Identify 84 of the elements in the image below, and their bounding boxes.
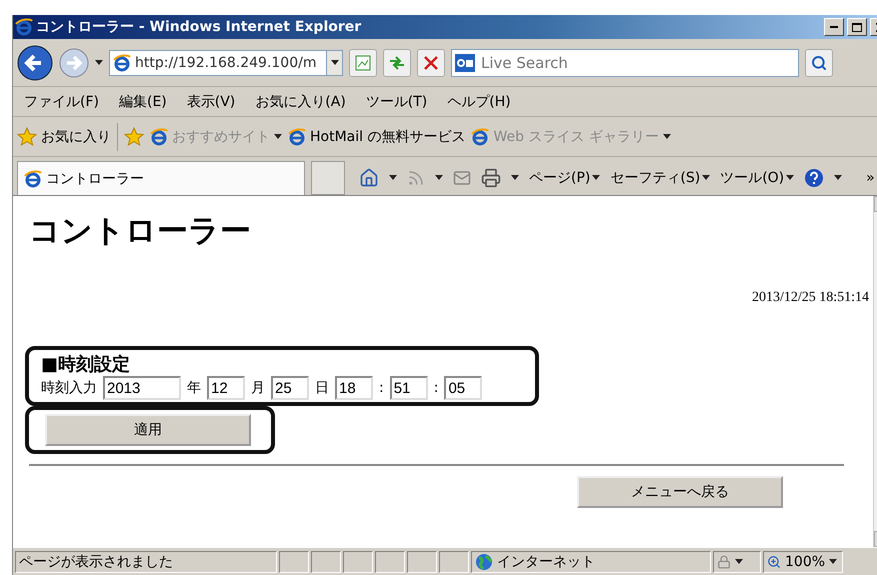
caret-icon	[435, 175, 443, 181]
caret-icon	[389, 175, 397, 181]
unit-label: 月	[251, 379, 265, 397]
help-icon[interactable]	[804, 168, 824, 188]
refresh-icon	[388, 54, 406, 70]
status-pane	[311, 550, 341, 572]
lock-icon	[717, 554, 731, 568]
caret-icon	[330, 60, 338, 66]
time-input-field[interactable]: 05	[444, 376, 482, 400]
unit-label: :	[434, 380, 438, 396]
status-pane	[439, 550, 469, 572]
command-menu[interactable]: ページ(P)	[529, 169, 600, 187]
refresh-button[interactable]	[383, 48, 411, 76]
home-icon[interactable]	[359, 168, 379, 188]
caret-icon	[786, 175, 794, 181]
caret-icon	[829, 558, 838, 564]
caret-icon	[274, 134, 282, 140]
command-menu[interactable]: セーフティ(S)	[610, 169, 710, 187]
menu-item[interactable]: 編集(E)	[112, 92, 174, 110]
time-input-field[interactable]: 2013	[103, 376, 181, 400]
status-text: ページが表示されました	[15, 550, 277, 572]
unit-label: 年	[187, 379, 201, 397]
zoom-button[interactable]: 100%	[763, 550, 843, 572]
search-button[interactable]	[805, 48, 833, 76]
address-text: http://192.168.249.100/m	[135, 54, 316, 70]
caret-icon	[662, 134, 671, 140]
address-field[interactable]: http://192.168.249.100/m	[109, 50, 343, 76]
maximize-button[interactable]	[847, 18, 867, 36]
caret-icon	[834, 175, 842, 181]
menu-item[interactable]: ツール(T)	[358, 92, 434, 110]
stop-icon	[424, 56, 438, 70]
minimize-icon	[830, 26, 838, 28]
time-input-field[interactable]: 12	[207, 376, 245, 400]
status-pane	[343, 550, 373, 572]
menu-item[interactable]: ファイル(F)	[17, 92, 106, 110]
field-label: 時刻入力	[41, 379, 97, 397]
chart-icon	[355, 54, 371, 70]
history-dropdown-icon	[95, 60, 103, 66]
protected-mode-button[interactable]	[713, 550, 761, 572]
window-title: コントローラー - Windows Internet Explorer	[36, 18, 362, 36]
globe-icon	[475, 552, 493, 570]
unit-label: 日	[315, 379, 329, 397]
browser-tab[interactable]: コントローラー	[17, 161, 305, 195]
favorite-link[interactable]: HotMail の無料サービス	[288, 128, 466, 146]
menu-item[interactable]: ヘルプ(H)	[440, 92, 518, 110]
current-datetime: 2013/12/25 18:51:14	[752, 290, 869, 306]
browser-logo-icon	[113, 54, 131, 72]
browser-logo-icon	[150, 128, 168, 146]
security-zone: インターネット	[471, 550, 711, 572]
status-pane	[279, 550, 309, 572]
zoom-icon	[767, 554, 781, 568]
caret-icon	[592, 175, 600, 181]
more-commands-button[interactable]: »	[866, 170, 875, 186]
forward-button[interactable]	[59, 48, 89, 78]
browser-logo-icon	[24, 170, 42, 188]
caret-icon	[511, 175, 519, 181]
stop-button[interactable]	[417, 48, 445, 76]
back-to-menu-button[interactable]: メニューへ戻る	[577, 476, 783, 508]
menu-item[interactable]: 表示(V)	[180, 92, 242, 110]
page-heading: コントローラー	[29, 212, 252, 251]
unit-label: :	[379, 380, 384, 396]
status-pane	[407, 550, 437, 572]
status-pane	[375, 550, 405, 572]
time-input-field[interactable]: 25	[271, 376, 309, 400]
section-title: ■時刻設定	[41, 353, 132, 376]
print-icon[interactable]	[481, 168, 501, 188]
back-button[interactable]	[17, 44, 53, 80]
time-input-field[interactable]: 51	[390, 376, 428, 400]
search-icon	[811, 54, 827, 70]
time-input-field[interactable]: 18	[335, 376, 373, 400]
apply-button[interactable]: 適用	[45, 414, 251, 446]
favorites-button[interactable]: お気に入り	[17, 126, 111, 146]
compatibility-button[interactable]	[349, 48, 377, 76]
browser-logo-icon	[288, 128, 306, 146]
browser-logo-icon	[15, 18, 33, 36]
menu-item[interactable]: お気に入り(A)	[248, 92, 353, 110]
caret-icon	[735, 558, 743, 564]
maximize-icon	[852, 22, 862, 32]
browser-logo-icon	[471, 128, 490, 146]
command-menu[interactable]: ツール(O)	[720, 169, 794, 187]
star-icon[interactable]	[17, 126, 37, 146]
caret-icon	[702, 175, 710, 181]
minimize-button[interactable]	[824, 18, 844, 36]
address-dropdown-button[interactable]	[326, 50, 342, 74]
